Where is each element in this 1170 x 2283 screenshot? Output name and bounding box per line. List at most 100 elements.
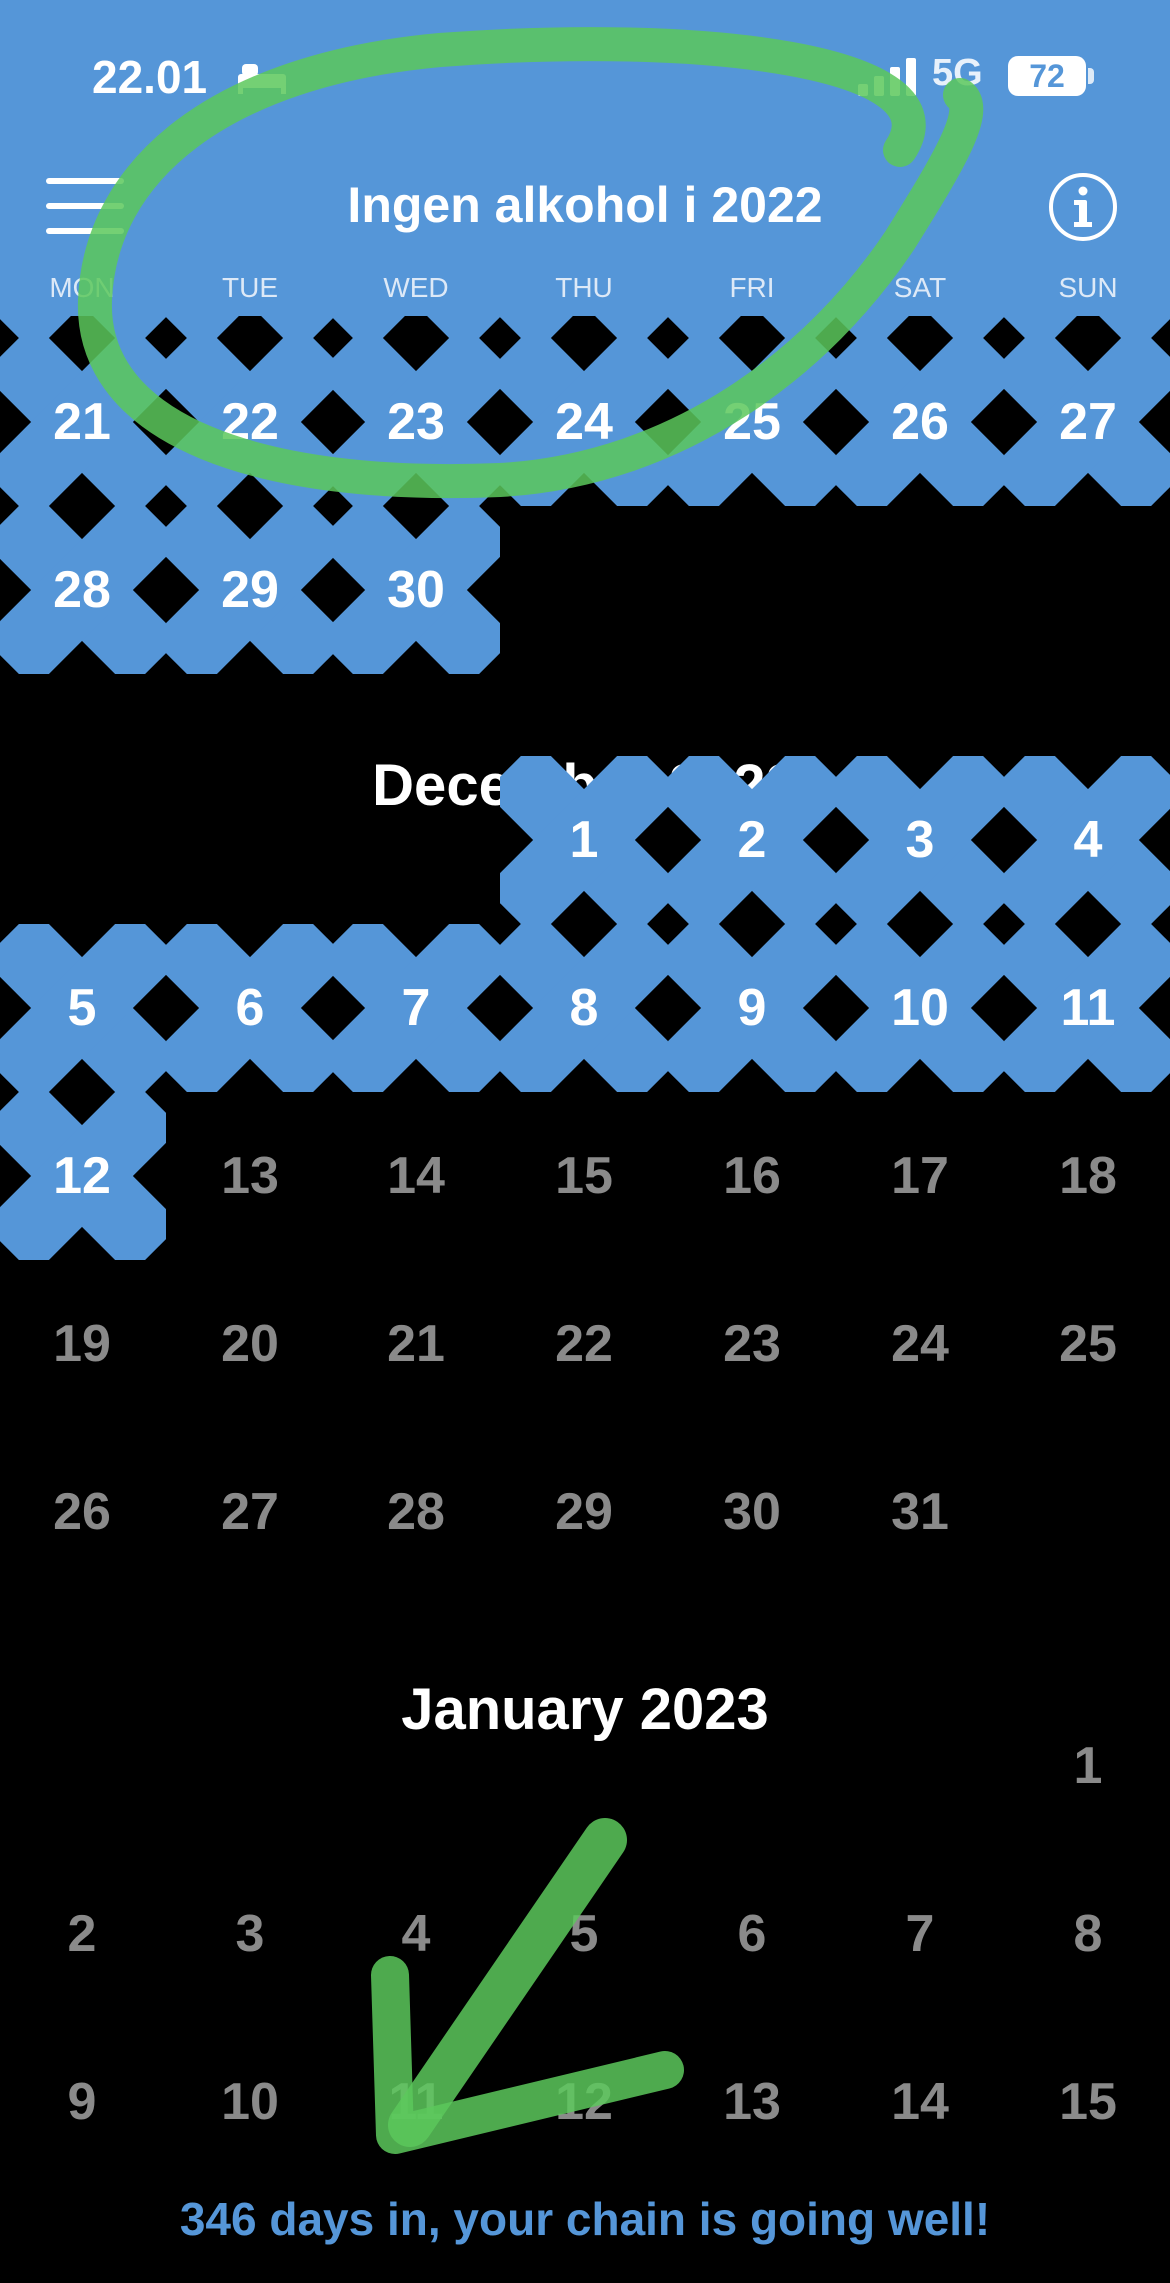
bed-icon [238, 64, 286, 94]
calendar-day-completed[interactable]: 4 [1004, 756, 1170, 924]
calendar-day[interactable]: 16 [668, 1092, 836, 1260]
calendar-day-completed[interactable]: 22 [166, 338, 334, 506]
calendar-day[interactable]: 3 [166, 1850, 334, 2018]
day-number: 21 [53, 393, 111, 451]
calendar-day-completed[interactable]: 21 [0, 338, 166, 506]
day-number: 29 [555, 1483, 613, 1541]
calendar-day-completed[interactable]: 6 [166, 924, 334, 1092]
calendar-day[interactable]: 23 [668, 1260, 836, 1428]
calendar-day[interactable]: 1 [1004, 1682, 1170, 1850]
day-number: 11 [1060, 979, 1116, 1037]
calendar-day[interactable]: 14 [332, 1092, 500, 1260]
calendar-day-completed[interactable]: 7 [332, 924, 500, 1092]
day-number: 2 [737, 811, 767, 869]
status-time: 22.01 [92, 51, 208, 103]
weekday-header: MON TUE WED THU FRI SAT SUN [0, 272, 1170, 308]
calendar-day-completed[interactable]: 10 [836, 924, 1004, 1092]
calendar-day-completed[interactable]: 8 [500, 924, 668, 1092]
calendar-day[interactable]: 8 [1004, 1850, 1170, 2018]
day-number: 26 [891, 393, 949, 451]
info-icon[interactable] [1048, 172, 1118, 242]
day-number: 4 [1073, 811, 1103, 869]
calendar-day-completed[interactable]: 3 [836, 756, 1004, 924]
calendar-day-completed[interactable]: 28 [0, 506, 166, 674]
day-number: 25 [723, 393, 781, 451]
day-number: 21 [387, 1315, 445, 1373]
day-number: 25 [1059, 1315, 1117, 1373]
day-number: 20 [221, 1315, 279, 1373]
calendar-day[interactable]: 24 [836, 1260, 1004, 1428]
day-number: 30 [387, 561, 445, 619]
weekday-label: FRI [729, 272, 775, 303]
day-number: 27 [221, 1483, 279, 1541]
calendar-day-completed[interactable]: 9 [668, 924, 836, 1092]
calendar-day[interactable]: 28 [332, 1428, 500, 1596]
calendar-day-completed[interactable]: 2 [668, 756, 836, 924]
month-title: January 2023 [401, 1677, 769, 1742]
battery-icon: 72 [1008, 56, 1086, 96]
page-title: Ingen alkohol i 2022 [347, 177, 823, 233]
calendar-day[interactable]: 7 [836, 1850, 1004, 2018]
day-number: 2 [67, 1905, 97, 1963]
day-number: 7 [401, 979, 431, 1037]
calendar-day[interactable]: 5 [500, 1850, 668, 2018]
day-number: 4 [401, 1905, 431, 1963]
calendar-day[interactable]: 31 [836, 1428, 1004, 1596]
calendar-day-completed[interactable]: 5 [0, 924, 166, 1092]
calendar-scroll[interactable]: 1415161718192021222324252627282930Decemb… [0, 0, 1170, 2283]
calendar-day-completed[interactable]: 11 [1004, 924, 1170, 1092]
day-number: 13 [221, 1147, 279, 1205]
calendar-day[interactable]: 6 [668, 1850, 836, 2018]
battery-nub [1088, 68, 1094, 84]
day-number: 29 [221, 561, 279, 619]
calendar-day-completed[interactable]: 1 [500, 756, 668, 924]
calendar-day-completed[interactable]: 29 [166, 506, 334, 674]
signal-icon [858, 58, 916, 96]
weekday-label: TUE [222, 272, 278, 303]
day-number: 18 [1059, 1147, 1117, 1205]
calendar-day-completed[interactable]: 26 [836, 338, 1004, 506]
calendar-day-completed[interactable]: 30 [332, 506, 500, 674]
calendar-day[interactable]: 13 [166, 1092, 334, 1260]
day-number: 31 [891, 1483, 949, 1541]
calendar-day[interactable]: 4 [332, 1850, 500, 2018]
calendar-day[interactable]: 21 [332, 1260, 500, 1428]
day-number: 1 [1073, 1737, 1103, 1795]
day-number: 3 [235, 1905, 265, 1963]
network-type: 5G [932, 52, 983, 94]
calendar-day[interactable]: 29 [500, 1428, 668, 1596]
day-number: 8 [1073, 1905, 1103, 1963]
chain-status-text: 346 days in, your chain is going well! [179, 2193, 991, 2245]
calendar-day[interactable]: 18 [1004, 1092, 1170, 1260]
day-number: 14 [387, 1147, 445, 1205]
day-number: 15 [555, 1147, 613, 1205]
calendar-day[interactable]: 27 [166, 1428, 334, 1596]
weekday-label: SAT [893, 272, 947, 303]
calendar-day[interactable]: 19 [0, 1260, 166, 1428]
calendar-day[interactable]: 30 [668, 1428, 836, 1596]
calendar-day[interactable]: 26 [0, 1428, 166, 1596]
day-number: 23 [387, 393, 445, 451]
day-number: 19 [53, 1315, 111, 1373]
day-number: 9 [737, 979, 767, 1037]
calendar-day-completed[interactable]: 25 [668, 338, 836, 506]
calendar-day[interactable]: 2 [0, 1850, 166, 2018]
calendar-day-completed[interactable]: 27 [1004, 338, 1170, 506]
day-number: 5 [67, 979, 97, 1037]
calendar-day-completed[interactable]: 24 [500, 338, 668, 506]
calendar-day[interactable]: 22 [500, 1260, 668, 1428]
day-number: 28 [387, 1483, 445, 1541]
calendar-day-completed[interactable]: 12 [0, 1092, 166, 1260]
weekday-label: THU [555, 272, 613, 303]
day-number: 28 [53, 561, 111, 619]
day-number: 22 [221, 393, 279, 451]
calendar-day[interactable]: 17 [836, 1092, 1004, 1260]
calendar-day-completed[interactable]: 23 [332, 338, 500, 506]
calendar-day[interactable]: 20 [166, 1260, 334, 1428]
weekday-label: SUN [1058, 272, 1118, 303]
day-number: 1 [569, 811, 599, 869]
day-number: 22 [555, 1315, 613, 1373]
calendar-day[interactable]: 15 [500, 1092, 668, 1260]
day-number: 17 [891, 1147, 949, 1205]
calendar-day[interactable]: 25 [1004, 1260, 1170, 1428]
